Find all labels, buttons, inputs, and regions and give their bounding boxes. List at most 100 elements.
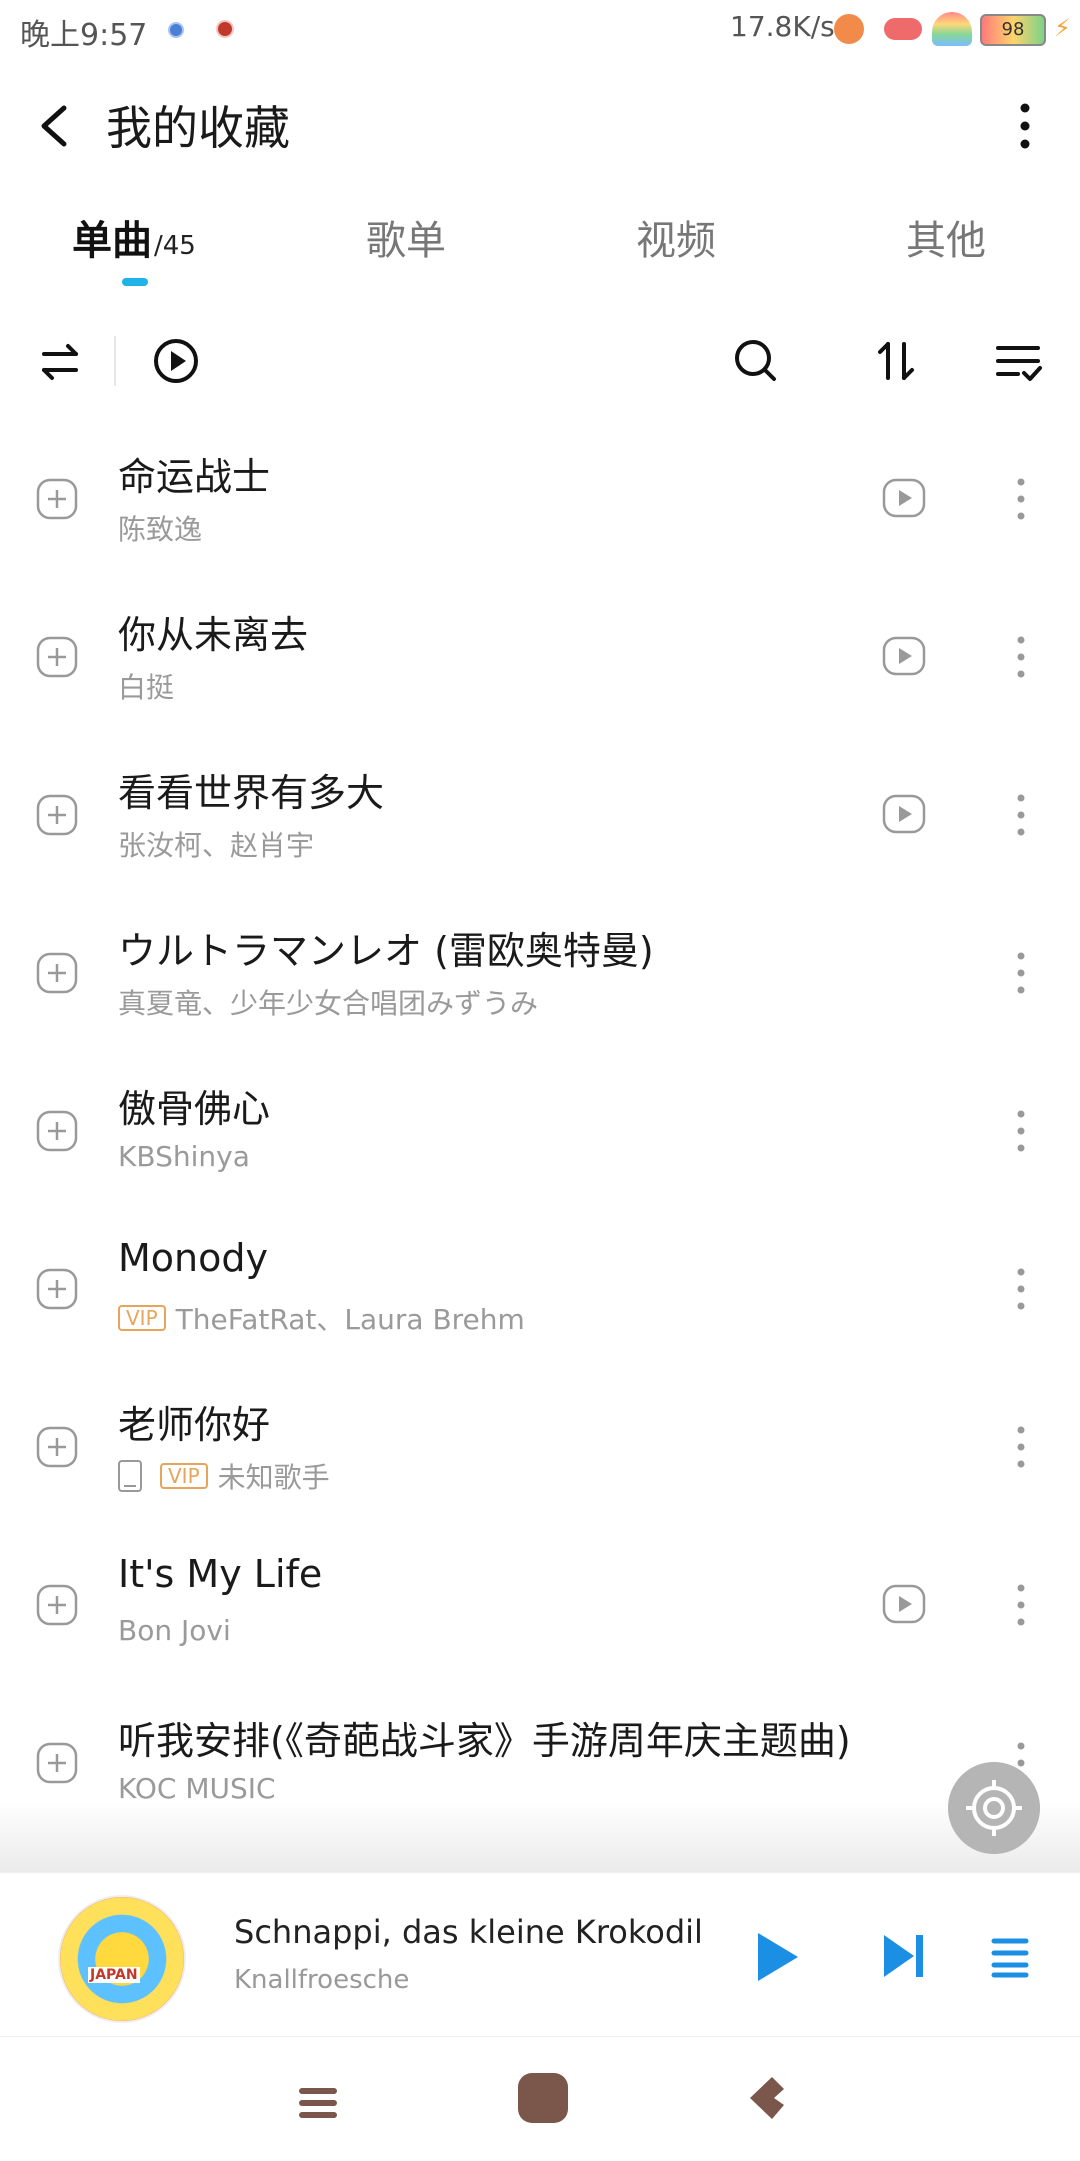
song-title: 傲骨佛心 [118, 1087, 271, 1131]
cloud-icon [884, 18, 922, 40]
menu-icon[interactable] [298, 2085, 338, 2121]
play-icon[interactable] [752, 1929, 802, 1985]
tab-songs[interactable]: 单曲/45 [72, 208, 196, 266]
notification-icon [216, 20, 234, 38]
shuffle-icon[interactable] [30, 326, 90, 396]
charging-icon: ⚡ [1054, 14, 1071, 42]
multi-select-icon[interactable] [988, 326, 1048, 396]
tab-label: 其他 [906, 218, 986, 264]
music-video-icon[interactable] [882, 1584, 926, 1624]
song-artist-line: Bon Jovi [118, 1614, 231, 1647]
list-toolbar [0, 326, 1080, 396]
back-arrow-icon[interactable] [30, 96, 80, 156]
song-artist-line: 张汝柯、赵肖宇 [118, 824, 314, 864]
music-video-icon[interactable] [882, 794, 926, 834]
song-row[interactable]: ウルトラマンレオ (雷欧奥特曼) 真夏竜、少年少女合唱团みずうみ [0, 894, 1080, 1052]
tab-label: 单曲 [72, 218, 152, 264]
song-artist: TheFatRat、Laura Brehm [175, 1303, 525, 1336]
add-to-playlist-icon[interactable] [36, 952, 78, 994]
song-title: 你从未离去 [118, 613, 309, 657]
song-row[interactable]: 老师你好 VIP 未知歌手 [0, 1368, 1080, 1526]
song-more-icon[interactable] [1006, 790, 1036, 840]
song-artist: 未知歌手 [217, 1461, 330, 1494]
song-title: It's My Life [118, 1552, 323, 1596]
tab-label: 歌单 [366, 218, 446, 264]
more-vertical-icon[interactable] [1010, 96, 1040, 156]
song-artist-line: 白挺 [118, 666, 174, 706]
list-fade [0, 1800, 1080, 1880]
status-bar: 晚上9:57 17.8K/s 98 ⚡ [0, 0, 1080, 56]
tab-bar: 单曲/45 歌单 视频 其他 [0, 200, 1080, 290]
song-artist-line: 陈致逸 [118, 508, 202, 548]
song-title: 老师你好 [118, 1403, 271, 1447]
add-to-playlist-icon[interactable] [36, 1584, 78, 1626]
locate-current-button[interactable] [948, 1762, 1040, 1854]
add-to-playlist-icon[interactable] [36, 1268, 78, 1310]
song-row[interactable]: 命运战士 陈致逸 [0, 420, 1080, 578]
notification-icon [168, 22, 184, 38]
tab-label: 视频 [636, 218, 716, 264]
song-title: ウルトラマンレオ (雷欧奥特曼) [118, 929, 654, 973]
song-more-icon[interactable] [1006, 948, 1036, 998]
status-time: 晚上9:57 [20, 18, 148, 53]
song-more-icon[interactable] [1006, 1106, 1036, 1156]
tab-indicator [122, 278, 148, 286]
song-row[interactable]: 看看世界有多大张汝柯、赵肖宇 [0, 736, 1080, 894]
song-row[interactable]: 傲骨佛心 KBShinya [0, 1052, 1080, 1210]
system-nav-bar [0, 2036, 1080, 2161]
song-title: 听我安排(《奇葩战斗家》手游周年庆主题曲) [118, 1719, 851, 1763]
tab-videos[interactable]: 视频 [636, 208, 716, 266]
mini-player[interactable]: JAPAN Schnappi, das kleine Krokodil Knal… [0, 1872, 1080, 2035]
song-more-icon[interactable] [1006, 1264, 1036, 1314]
song-title: 看看世界有多大 [118, 771, 385, 815]
song-artist: Bon Jovi [118, 1614, 231, 1647]
song-row[interactable]: It's My Life Bon Jovi [0, 1526, 1080, 1684]
back-icon[interactable] [746, 2075, 786, 2121]
vip-badge: VIP [118, 1305, 166, 1331]
album-art-text: JAPAN [88, 1967, 140, 1983]
song-artist: 陈致逸 [118, 513, 203, 546]
next-track-icon[interactable] [880, 1931, 928, 1981]
song-row[interactable]: 你从未离去 白挺 [0, 578, 1080, 736]
song-artist-line: KBShinya [118, 1140, 250, 1173]
music-video-icon[interactable] [882, 478, 926, 518]
tab-other[interactable]: 其他 [906, 208, 986, 266]
song-artist-line: VIP 未知歌手 [118, 1456, 330, 1496]
song-row[interactable]: Monody VIP TheFatRat、Laura Brehm [0, 1210, 1080, 1368]
song-artist: 张汝柯、赵肖宇 [118, 829, 315, 862]
song-list: 命运战士陈致逸你从未离去白挺看看世界有多大张汝柯、赵肖宇ウルトラマンレオ (雷欧… [0, 420, 1080, 1870]
song-more-icon[interactable] [1006, 632, 1036, 682]
sort-icon[interactable] [866, 326, 926, 396]
home-icon[interactable] [518, 2073, 568, 2123]
song-artist: 白挺 [118, 671, 175, 704]
tab-playlists[interactable]: 歌单 [366, 208, 446, 266]
toolbar-divider [114, 336, 116, 386]
album-art[interactable]: JAPAN [58, 1895, 186, 2023]
add-to-playlist-icon[interactable] [36, 636, 78, 678]
local-device-icon [118, 1460, 142, 1492]
song-title: 命运战士 [118, 455, 271, 499]
tab-count: /45 [154, 231, 196, 261]
playlist-icon[interactable] [990, 1933, 1030, 1979]
battery-icon: 98 [980, 14, 1046, 46]
network-speed: 17.8K/s [730, 10, 835, 43]
song-artist-line: 真夏竜、少年少女合唱团みずうみ [118, 982, 538, 1022]
search-icon[interactable] [726, 326, 786, 396]
play-all-icon[interactable] [146, 326, 206, 396]
song-more-icon[interactable] [1006, 1422, 1036, 1472]
page-header: 我的收藏 [0, 70, 1080, 180]
song-more-icon[interactable] [1006, 474, 1036, 524]
add-to-playlist-icon[interactable] [36, 794, 78, 836]
vip-badge: VIP [160, 1463, 208, 1489]
song-more-icon[interactable] [1006, 1580, 1036, 1630]
song-artist: KBShinya [118, 1140, 250, 1173]
add-to-playlist-icon[interactable] [36, 478, 78, 520]
song-artist-line: VIP TheFatRat、Laura Brehm [118, 1298, 525, 1338]
page-title: 我的收藏 [106, 101, 290, 155]
music-video-icon[interactable] [882, 636, 926, 676]
add-to-playlist-icon[interactable] [36, 1110, 78, 1152]
wifi-icon [932, 12, 972, 46]
alarm-icon [834, 14, 864, 44]
add-to-playlist-icon[interactable] [36, 1742, 78, 1784]
add-to-playlist-icon[interactable] [36, 1426, 78, 1468]
